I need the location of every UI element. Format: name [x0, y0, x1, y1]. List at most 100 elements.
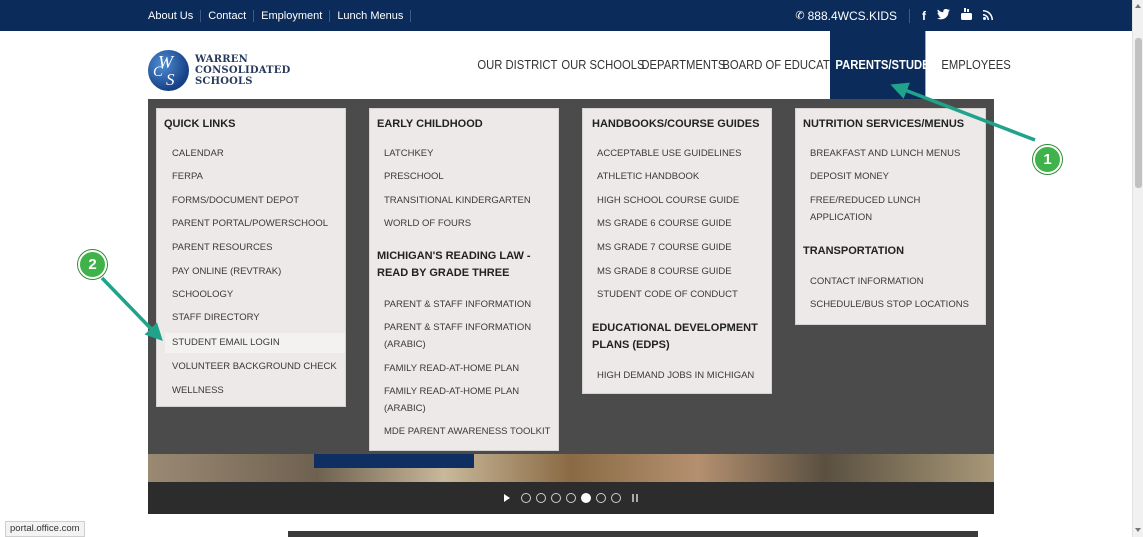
slide-dot-2[interactable]	[536, 493, 546, 503]
lunch-menus-link[interactable]: Lunch Menus	[330, 9, 412, 22]
utility-links: About Us Contact Employment Lunch Menus	[148, 0, 412, 31]
logo-line-1: WARREN	[195, 54, 248, 65]
phone-number-text: 888.4WCS.KIDS	[807, 8, 897, 23]
page-bottom-edge	[288, 531, 978, 537]
quick-links-heading: QUICK LINKS	[164, 118, 236, 130]
phone-number[interactable]: ✆ 888.4WCS.KIDS	[795, 8, 910, 23]
slide-dot-3[interactable]	[551, 493, 561, 503]
family-read-at-home-arabic-link[interactable]: FAMILY READ-AT-HOME PLAN (ARABIC)	[384, 384, 519, 416]
slide-dot-1[interactable]	[521, 493, 531, 503]
schoology-link[interactable]: SCHOOLOGY	[172, 287, 233, 302]
nutrition-column: NUTRITION SERVICES/MENUS BREAKFAST AND L…	[795, 108, 986, 325]
rss-icon[interactable]	[983, 9, 993, 23]
family-read-at-home-link[interactable]: FAMILY READ-AT-HOME PLAN	[384, 361, 519, 376]
scroll-down-arrow-icon[interactable]	[1135, 528, 1141, 532]
parents-students-dropdown: QUICK LINKS CALENDAR FERPA FORMS/DOCUMEN…	[148, 99, 994, 454]
edp-heading-line-1: EDUCATIONAL DEVELOPMENT	[592, 322, 758, 334]
reading-law-heading: MICHIGAN'S READING LAW - READ BY GRADE T…	[377, 248, 531, 282]
athletic-handbook-link[interactable]: ATHLETIC HANDBOOK	[597, 169, 699, 184]
hero-slideshow-image	[148, 454, 994, 482]
ms-grade-6-link[interactable]: MS GRADE 6 COURSE GUIDE	[597, 216, 732, 231]
high-demand-jobs-link[interactable]: HIGH DEMAND JOBS IN MICHIGAN	[597, 368, 754, 383]
parent-staff-info-arabic-line-2: (ARABIC)	[384, 339, 426, 350]
free-reduced-lunch-link[interactable]: FREE/REDUCED LUNCH APPLICATION	[810, 193, 920, 225]
forms-document-depot-link[interactable]: FORMS/DOCUMENT DEPOT	[172, 193, 299, 208]
preschool-link[interactable]: PRESCHOOL	[384, 169, 444, 184]
nav-employees[interactable]: EMPLOYEES	[936, 31, 1010, 99]
annotation-badge-2: 2	[78, 250, 107, 279]
bus-stop-locations-link[interactable]: SCHEDULE/BUS STOP LOCATIONS	[810, 297, 969, 312]
scroll-up-arrow-icon[interactable]	[1135, 4, 1141, 8]
quick-links-column: QUICK LINKS CALENDAR FERPA FORMS/DOCUMEN…	[156, 108, 346, 407]
nav-our-schools[interactable]: OUR SCHOOLS	[556, 31, 644, 99]
twitter-icon[interactable]	[937, 8, 950, 23]
slide-dot-5[interactable]	[581, 493, 591, 503]
scrollbar-thumb[interactable]	[1135, 38, 1142, 188]
free-reduced-lunch-line-2: APPLICATION	[810, 212, 873, 223]
nutrition-heading: NUTRITION SERVICES/MENUS	[803, 118, 965, 130]
pause-icon[interactable]	[632, 494, 638, 502]
edp-heading-line-2: PLANS (EDPS)	[592, 339, 670, 351]
parent-resources-link[interactable]: PARENT RESOURCES	[172, 240, 272, 255]
page: About Us Contact Employment Lunch Menus …	[0, 0, 1143, 537]
high-school-course-guide-link[interactable]: HIGH SCHOOL COURSE GUIDE	[597, 193, 739, 208]
youtube-icon[interactable]	[961, 8, 972, 23]
early-childhood-column: EARLY CHILDHOOD LATCHKEY PRESCHOOL TRANS…	[369, 108, 559, 451]
slideshow-controls	[148, 482, 994, 514]
volunteer-background-check-link[interactable]: VOLUNTEER BACKGROUND CHECK	[172, 359, 337, 374]
parent-staff-info-link[interactable]: PARENT & STAFF INFORMATION	[384, 297, 531, 312]
acceptable-use-link[interactable]: ACCEPTABLE USE GUIDELINES	[597, 146, 741, 161]
top-utility-bar: About Us Contact Employment Lunch Menus …	[0, 0, 1132, 31]
slide-dot-6[interactable]	[596, 493, 606, 503]
parent-portal-link[interactable]: PARENT PORTAL/POWERSCHOOL	[172, 216, 328, 231]
nav-board-of-education[interactable]: BOARD OF EDUCATION	[717, 31, 849, 99]
annotation-badge-1: 1	[1033, 145, 1062, 174]
play-icon[interactable]	[504, 494, 510, 502]
nav-parents-students[interactable]: PARENTS/STUDENTS	[830, 31, 952, 99]
pay-online-link[interactable]: PAY ONLINE (REVTRAK)	[172, 264, 281, 279]
parent-staff-info-arabic-line-1: PARENT & STAFF INFORMATION	[384, 322, 532, 333]
nav-departments[interactable]: DEPARTMENTS	[636, 31, 725, 99]
transitional-kindergarten-link[interactable]: TRANSITIONAL KINDERGARTEN	[384, 193, 531, 208]
contact-social: ✆ 888.4WCS.KIDS f	[795, 0, 993, 31]
vertical-scrollbar[interactable]	[1132, 0, 1143, 537]
reading-law-heading-line-2: READ BY GRADE THREE	[377, 267, 510, 279]
student-code-of-conduct-link[interactable]: STUDENT CODE OF CONDUCT	[597, 287, 738, 302]
transportation-heading: TRANSPORTATION	[803, 245, 905, 257]
slide-dot-7[interactable]	[611, 493, 621, 503]
logo-line-3: SCHOOLS	[195, 76, 253, 87]
early-childhood-heading: EARLY CHILDHOOD	[377, 118, 483, 130]
about-us-link[interactable]: About Us	[148, 9, 202, 22]
transportation-contact-link[interactable]: CONTACT INFORMATION	[810, 274, 923, 289]
facebook-icon[interactable]: f	[922, 9, 926, 23]
ms-grade-8-link[interactable]: MS GRADE 8 COURSE GUIDE	[597, 264, 732, 279]
ferpa-link[interactable]: FERPA	[172, 169, 203, 184]
hero-caption-box	[314, 454, 474, 468]
deposit-money-link[interactable]: DEPOSIT MONEY	[810, 169, 889, 184]
handbooks-heading: HANDBOOKS/COURSE GUIDES	[592, 118, 760, 130]
employment-link[interactable]: Employment	[254, 9, 331, 22]
slide-dot-4[interactable]	[566, 493, 576, 503]
latchkey-link[interactable]: LATCHKEY	[384, 146, 433, 161]
district-logo[interactable]: WCS WARREN CONSOLIDATED SCHOOLS	[148, 50, 290, 91]
staff-directory-link[interactable]: STAFF DIRECTORY	[172, 310, 260, 325]
family-read-at-home-arabic-line-1: FAMILY READ-AT-HOME PLAN	[384, 386, 520, 397]
calendar-link[interactable]: CALENDAR	[172, 146, 224, 161]
nav-our-district[interactable]: OUR DISTRICT	[472, 31, 557, 99]
edp-heading: EDUCATIONAL DEVELOPMENT PLANS (EDPS)	[592, 320, 758, 354]
wellness-link[interactable]: WELLNESS	[172, 383, 224, 398]
contact-link[interactable]: Contact	[201, 9, 255, 22]
social-links: f	[910, 8, 993, 23]
wcs-seal-icon: WCS	[148, 50, 189, 91]
ms-grade-7-link[interactable]: MS GRADE 7 COURSE GUIDE	[597, 240, 732, 255]
phone-icon: ✆	[795, 9, 805, 22]
parent-staff-info-arabic-link[interactable]: PARENT & STAFF INFORMATION (ARABIC)	[384, 320, 531, 352]
logo-wordmark: WARREN CONSOLIDATED SCHOOLS	[195, 54, 290, 87]
mde-parent-awareness-toolkit-link[interactable]: MDE PARENT AWARENESS TOOLKIT	[384, 424, 550, 439]
family-read-at-home-arabic-line-2: (ARABIC)	[384, 403, 426, 414]
logo-line-2: CONSOLIDATED	[195, 65, 291, 76]
student-email-login-link[interactable]: STUDENT EMAIL LOGIN	[165, 333, 345, 353]
browser-status-url: portal.office.com	[5, 521, 85, 537]
breakfast-lunch-menus-link[interactable]: BREAKFAST AND LUNCH MENUS	[810, 146, 960, 161]
world-of-fours-link[interactable]: WORLD OF FOURS	[384, 216, 471, 231]
